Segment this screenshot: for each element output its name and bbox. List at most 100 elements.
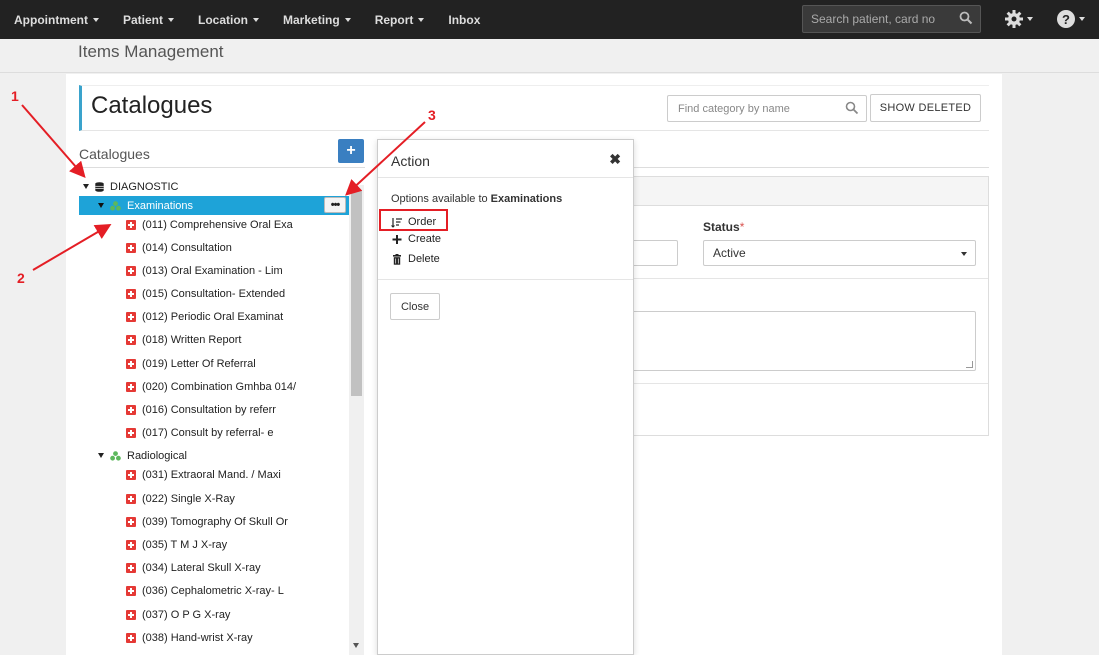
tree-item-label: (013) Oral Examination - Lim — [142, 264, 283, 277]
tree-item[interactable]: (013) Oral Examination - Lim — [79, 261, 349, 280]
tree-item[interactable]: (012) Periodic Oral Examinat — [79, 307, 349, 326]
tree-item-label: (037) O P G X-ray — [142, 608, 231, 621]
annotation-number-1: 1 — [11, 88, 19, 104]
close-button[interactable]: Close — [390, 293, 440, 320]
tree-item-label: (036) Cephalometric X-ray- L — [142, 584, 284, 597]
find-category-placeholder: Find category by name — [678, 102, 790, 115]
create-option-label: Create — [408, 233, 442, 245]
page-header: Items Management — [0, 39, 1099, 73]
database-icon — [95, 181, 104, 192]
tree-node-label: Radiological — [127, 449, 187, 462]
show-deleted-button[interactable]: SHOW DELETED — [870, 94, 981, 122]
item-icon — [126, 404, 136, 415]
chevron-down-icon — [961, 252, 967, 256]
description-textarea[interactable] — [626, 311, 976, 371]
tree-item-label: (035) T M J X-ray — [142, 538, 228, 551]
item-icon — [126, 219, 136, 230]
search-icon[interactable] — [959, 11, 973, 25]
resize-grip-icon[interactable] — [966, 361, 973, 368]
settings-menu[interactable] — [1004, 6, 1034, 32]
tree-item[interactable]: (034) Lateral Skull X-ray — [79, 558, 349, 577]
nav-marketing[interactable]: Marketing — [271, 0, 363, 39]
tree-item-label: (038) Hand-wrist X-ray — [142, 631, 253, 644]
nav-patient[interactable]: Patient — [111, 0, 186, 39]
tree-item-label: (017) Consult by referral- e — [142, 426, 274, 439]
tree-item[interactable]: (015) Consultation- Extended — [79, 284, 349, 303]
item-icon — [126, 469, 136, 480]
tree-item[interactable]: (022) Single X-Ray — [79, 489, 349, 508]
item-icon — [126, 242, 136, 253]
item-icon — [126, 288, 136, 299]
more-actions-button[interactable]: ••• — [324, 197, 346, 213]
nav-location[interactable]: Location — [186, 0, 271, 39]
tree-item[interactable]: (019) Letter Of Referral — [79, 354, 349, 373]
nav-report[interactable]: Report — [363, 0, 437, 39]
chevron-down-icon — [253, 17, 260, 22]
search-icon — [845, 101, 859, 115]
tree-item[interactable]: (037) O P G X-ray — [79, 605, 349, 624]
tree-item[interactable]: (035) T M J X-ray — [79, 535, 349, 554]
tree-item[interactable]: (036) Cephalometric X-ray- L — [79, 581, 349, 600]
create-option[interactable]: Create — [391, 233, 441, 245]
tree-node-examinations[interactable]: Examinations ••• — [79, 196, 349, 215]
required-mark: * — [739, 220, 745, 234]
tree-node-radiological[interactable]: Radiological — [79, 446, 349, 465]
tree-node-diagnostic[interactable]: DIAGNOSTIC — [79, 177, 349, 196]
expand-caret-icon[interactable] — [98, 453, 104, 458]
tree-item-label: (034) Lateral Skull X-ray — [142, 561, 261, 574]
tree-item[interactable]: (017) Consult by referral- e — [79, 423, 349, 442]
tree-item[interactable]: (016) Consultation by referr — [79, 400, 349, 419]
popup-divider — [378, 279, 633, 280]
item-icon — [126, 516, 136, 527]
status-select-value: Active — [713, 246, 746, 260]
item-icon — [126, 265, 136, 276]
catalogue-tree: DIAGNOSTIC Examinations ••• (011) Compre… — [79, 175, 349, 655]
expand-caret-icon[interactable] — [98, 203, 104, 208]
status-label-text: Status — [703, 220, 740, 234]
help-menu[interactable]: ? — [1056, 6, 1090, 32]
close-icon[interactable]: ✖ — [609, 151, 621, 168]
tree-node-label: Examinations — [127, 199, 194, 212]
tree-item-label: (019) Letter Of Referral — [142, 357, 256, 370]
tree-scrollbar-thumb[interactable] — [351, 190, 362, 396]
order-highlight-box — [379, 209, 448, 231]
item-icon — [126, 585, 136, 596]
nav-inbox[interactable]: Inbox — [436, 0, 492, 39]
tree-item[interactable]: (018) Written Report — [79, 330, 349, 349]
popup-divider — [378, 177, 633, 178]
plus-icon — [392, 234, 402, 244]
item-icon — [126, 311, 136, 322]
nav-appointment-label: Appointment — [14, 12, 88, 27]
status-label: Status* — [703, 220, 744, 234]
tree-node-label: DIAGNOSTIC — [110, 180, 179, 193]
add-catalogue-button[interactable]: + — [338, 139, 364, 163]
chevron-down-icon — [418, 17, 425, 22]
svg-text:?: ? — [1062, 12, 1070, 27]
item-icon — [126, 632, 136, 643]
tree-item[interactable]: (014) Consultation — [79, 238, 349, 257]
status-select[interactable]: Active — [703, 240, 976, 266]
item-icon — [126, 562, 136, 573]
item-icon — [126, 358, 136, 369]
chevron-down-icon — [1079, 17, 1085, 21]
help-icon: ? — [1057, 10, 1075, 28]
popup-subtitle-prefix: Options available to — [391, 193, 491, 205]
tree-item[interactable]: (031) Extraoral Mand. / Maxi — [79, 465, 349, 484]
tree-item-label: (018) Written Report — [142, 333, 242, 346]
expand-caret-icon[interactable] — [83, 184, 89, 189]
tree-item[interactable]: (011) Comprehensive Oral Exa — [79, 215, 349, 234]
scroll-down-icon[interactable] — [353, 643, 359, 648]
tree-item[interactable]: (038) Hand-wrist X-ray — [79, 628, 349, 647]
patient-search-input[interactable]: Search patient, card no — [802, 5, 981, 33]
tree-item[interactable]: (039) Tomography Of Skull Or — [79, 512, 349, 531]
find-category-input[interactable]: Find category by name — [667, 95, 867, 122]
panel-divider — [79, 167, 365, 168]
popup-subtitle-target: Examinations — [490, 193, 563, 205]
tree-item[interactable]: (020) Combination Gmhba 014/ — [79, 377, 349, 396]
item-icon — [126, 539, 136, 550]
delete-option[interactable]: Delete — [391, 253, 440, 265]
item-icon — [126, 493, 136, 504]
tree-item-label: (022) Single X-Ray — [142, 492, 235, 505]
tree-item-label: (012) Periodic Oral Examinat — [142, 310, 284, 323]
nav-appointment[interactable]: Appointment — [0, 0, 111, 39]
